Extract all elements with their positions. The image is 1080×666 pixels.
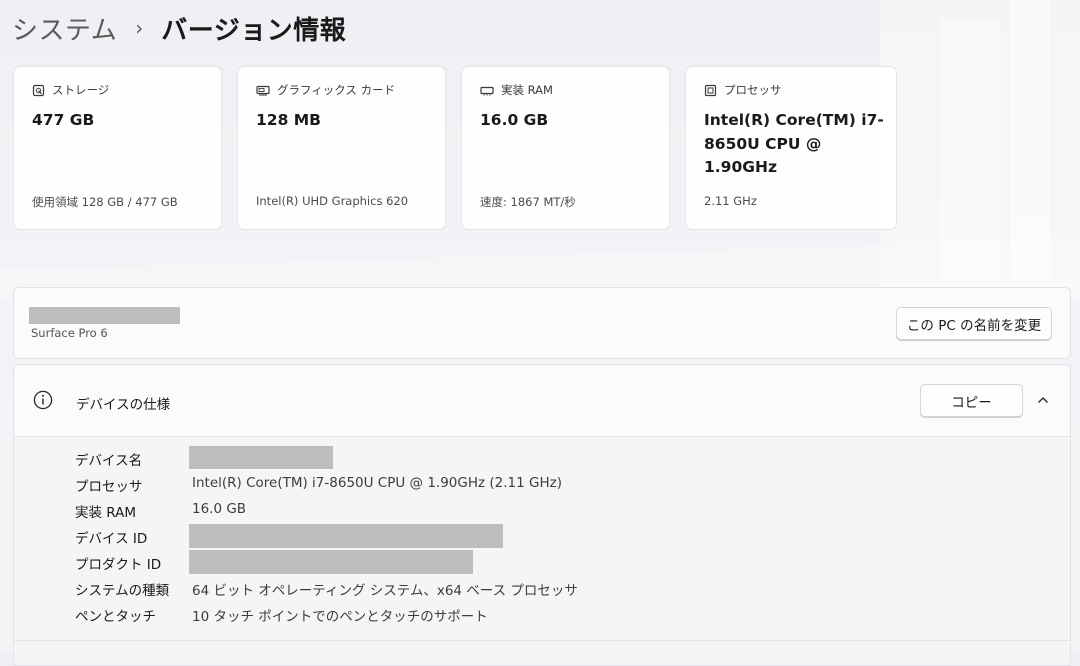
spec-value: 16.0 GB (192, 501, 247, 517)
spec-value: 10 タッチ ポイントでのペンとタッチのサポート (192, 609, 488, 625)
redacted-device-id (189, 524, 503, 548)
spec-row: 実装 RAM 16.0 GB (14, 497, 1070, 523)
spec-row: ペンとタッチ 10 タッチ ポイントでのペンとタッチのサポート (14, 601, 1070, 627)
card-value: 477 GB (32, 111, 95, 129)
card-subtext: 2.11 GHz (704, 194, 757, 208)
spec-row: システムの種類 64 ビット オペレーティング システム、x64 ベース プロセ… (14, 575, 1070, 601)
card-subtext: 使用領域 128 GB / 477 GB (32, 195, 178, 209)
ram-icon (480, 86, 494, 95)
card-value: 16.0 GB (480, 111, 549, 129)
spec-label: デバイス名 (75, 453, 143, 469)
spec-label: 実装 RAM (75, 505, 137, 521)
device-name-panel: Surface Pro 6 この PC の名前を変更 (13, 287, 1071, 359)
storage-icon (32, 84, 45, 96)
spec-row: プロダクト ID (14, 549, 1070, 575)
card-value: 128 MB (256, 111, 321, 129)
spec-value: Intel(R) Core(TM) i7-8650U CPU @ 1.90GHz… (192, 475, 562, 491)
spec-label: デバイス ID (75, 531, 148, 547)
card-subtext: Intel(R) UHD Graphics 620 (256, 194, 409, 208)
breadcrumb-system-link[interactable]: システム (12, 10, 117, 47)
card-label: ストレージ (52, 83, 110, 97)
graphics-card-icon (256, 85, 270, 95)
chevron-up-icon[interactable] (1036, 393, 1050, 407)
card-label: グラフィックス カード (277, 83, 396, 97)
spec-label: ペンとタッチ (75, 609, 156, 625)
processor-card: プロセッサ Intel(R) Core(TM) i7-8650U CPU @ 1… (685, 66, 897, 230)
breadcrumb-separator: › (135, 16, 144, 40)
device-model: Surface Pro 6 (31, 326, 108, 340)
processor-icon (704, 84, 717, 96)
redacted-product-id (189, 550, 473, 574)
spec-row: デバイス名 (14, 445, 1070, 471)
device-specs-header[interactable]: デバイスの仕様 コピー (14, 365, 1070, 437)
ram-card: 実装 RAM 16.0 GB 速度: 1867 MT/秒 (461, 66, 670, 230)
redacted-device-name (29, 307, 180, 324)
card-label: プロセッサ (724, 83, 782, 97)
spec-row: プロセッサ Intel(R) Core(TM) i7-8650U CPU @ 1… (14, 471, 1070, 497)
info-icon (33, 390, 53, 410)
card-value: Intel(R) Core(TM) i7-8650U CPU @ 1.90GHz (704, 111, 884, 176)
device-specs-body: デバイス名 プロセッサ Intel(R) Core(TM) i7-8650U C… (14, 437, 1070, 665)
spec-value: 64 ビット オペレーティング システム、x64 ベース プロセッサ (192, 583, 578, 599)
device-specs-title: デバイスの仕様 (76, 397, 171, 413)
breadcrumb: システム › バージョン情報 (12, 10, 346, 46)
page-title: バージョン情報 (161, 15, 347, 46)
spec-label: プロセッサ (75, 479, 143, 495)
divider (14, 640, 1070, 641)
redacted-device-name (189, 446, 333, 469)
graphics-card: グラフィックス カード 128 MB Intel(R) UHD Graphics… (237, 66, 446, 230)
card-subtext: 速度: 1867 MT/秒 (480, 195, 576, 209)
copy-button[interactable]: コピー (920, 384, 1023, 417)
device-specs-panel: デバイスの仕様 コピー デバイス名 プロセッサ Intel(R) Core(TM… (13, 364, 1071, 666)
card-label: 実装 RAM (501, 83, 553, 97)
spec-label: プロダクト ID (75, 557, 162, 573)
spec-row: デバイス ID (14, 523, 1070, 549)
storage-card: ストレージ 477 GB 使用領域 128 GB / 477 GB (13, 66, 222, 230)
spec-label: システムの種類 (75, 583, 170, 599)
rename-pc-button[interactable]: この PC の名前を変更 (896, 307, 1052, 340)
